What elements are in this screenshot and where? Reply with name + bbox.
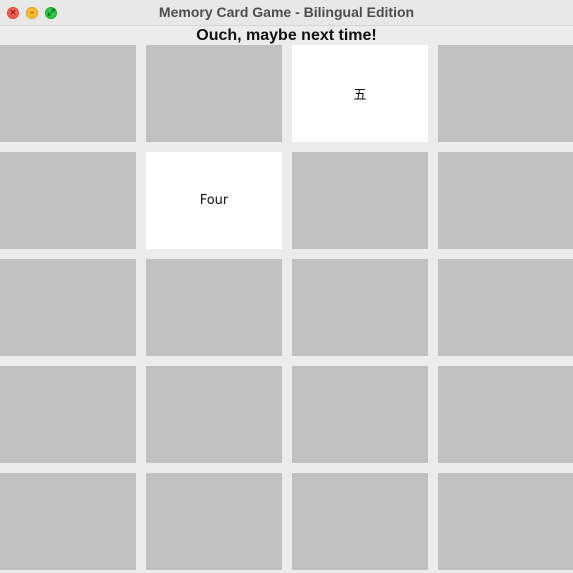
card-12[interactable] xyxy=(438,259,573,356)
card-10[interactable] xyxy=(146,259,282,356)
card-17[interactable] xyxy=(0,473,136,570)
card-9[interactable] xyxy=(0,259,136,356)
status-message: Ouch, maybe next time! xyxy=(196,27,377,44)
app-window: × – ⤢ Memory Card Game - Bilingual Editi… xyxy=(0,0,573,573)
card-5[interactable] xyxy=(0,152,136,249)
card-1[interactable] xyxy=(0,45,136,142)
card-19[interactable] xyxy=(292,473,428,570)
card-2[interactable] xyxy=(146,45,282,142)
card-11[interactable] xyxy=(292,259,428,356)
card-18[interactable] xyxy=(146,473,282,570)
card-grid: 五 Four xyxy=(0,45,573,573)
card-16[interactable] xyxy=(438,366,573,463)
card-4[interactable] xyxy=(438,45,573,142)
card-13[interactable] xyxy=(0,366,136,463)
card-6[interactable]: Four xyxy=(146,152,282,249)
card-15[interactable] xyxy=(292,366,428,463)
card-14[interactable] xyxy=(146,366,282,463)
card-3[interactable]: 五 xyxy=(292,45,428,142)
card-8[interactable] xyxy=(438,152,573,249)
title-bar: × – ⤢ Memory Card Game - Bilingual Editi… xyxy=(0,0,573,26)
window-title: Memory Card Game - Bilingual Edition xyxy=(158,4,415,20)
card-20[interactable] xyxy=(438,473,573,570)
card-7[interactable] xyxy=(292,152,428,249)
